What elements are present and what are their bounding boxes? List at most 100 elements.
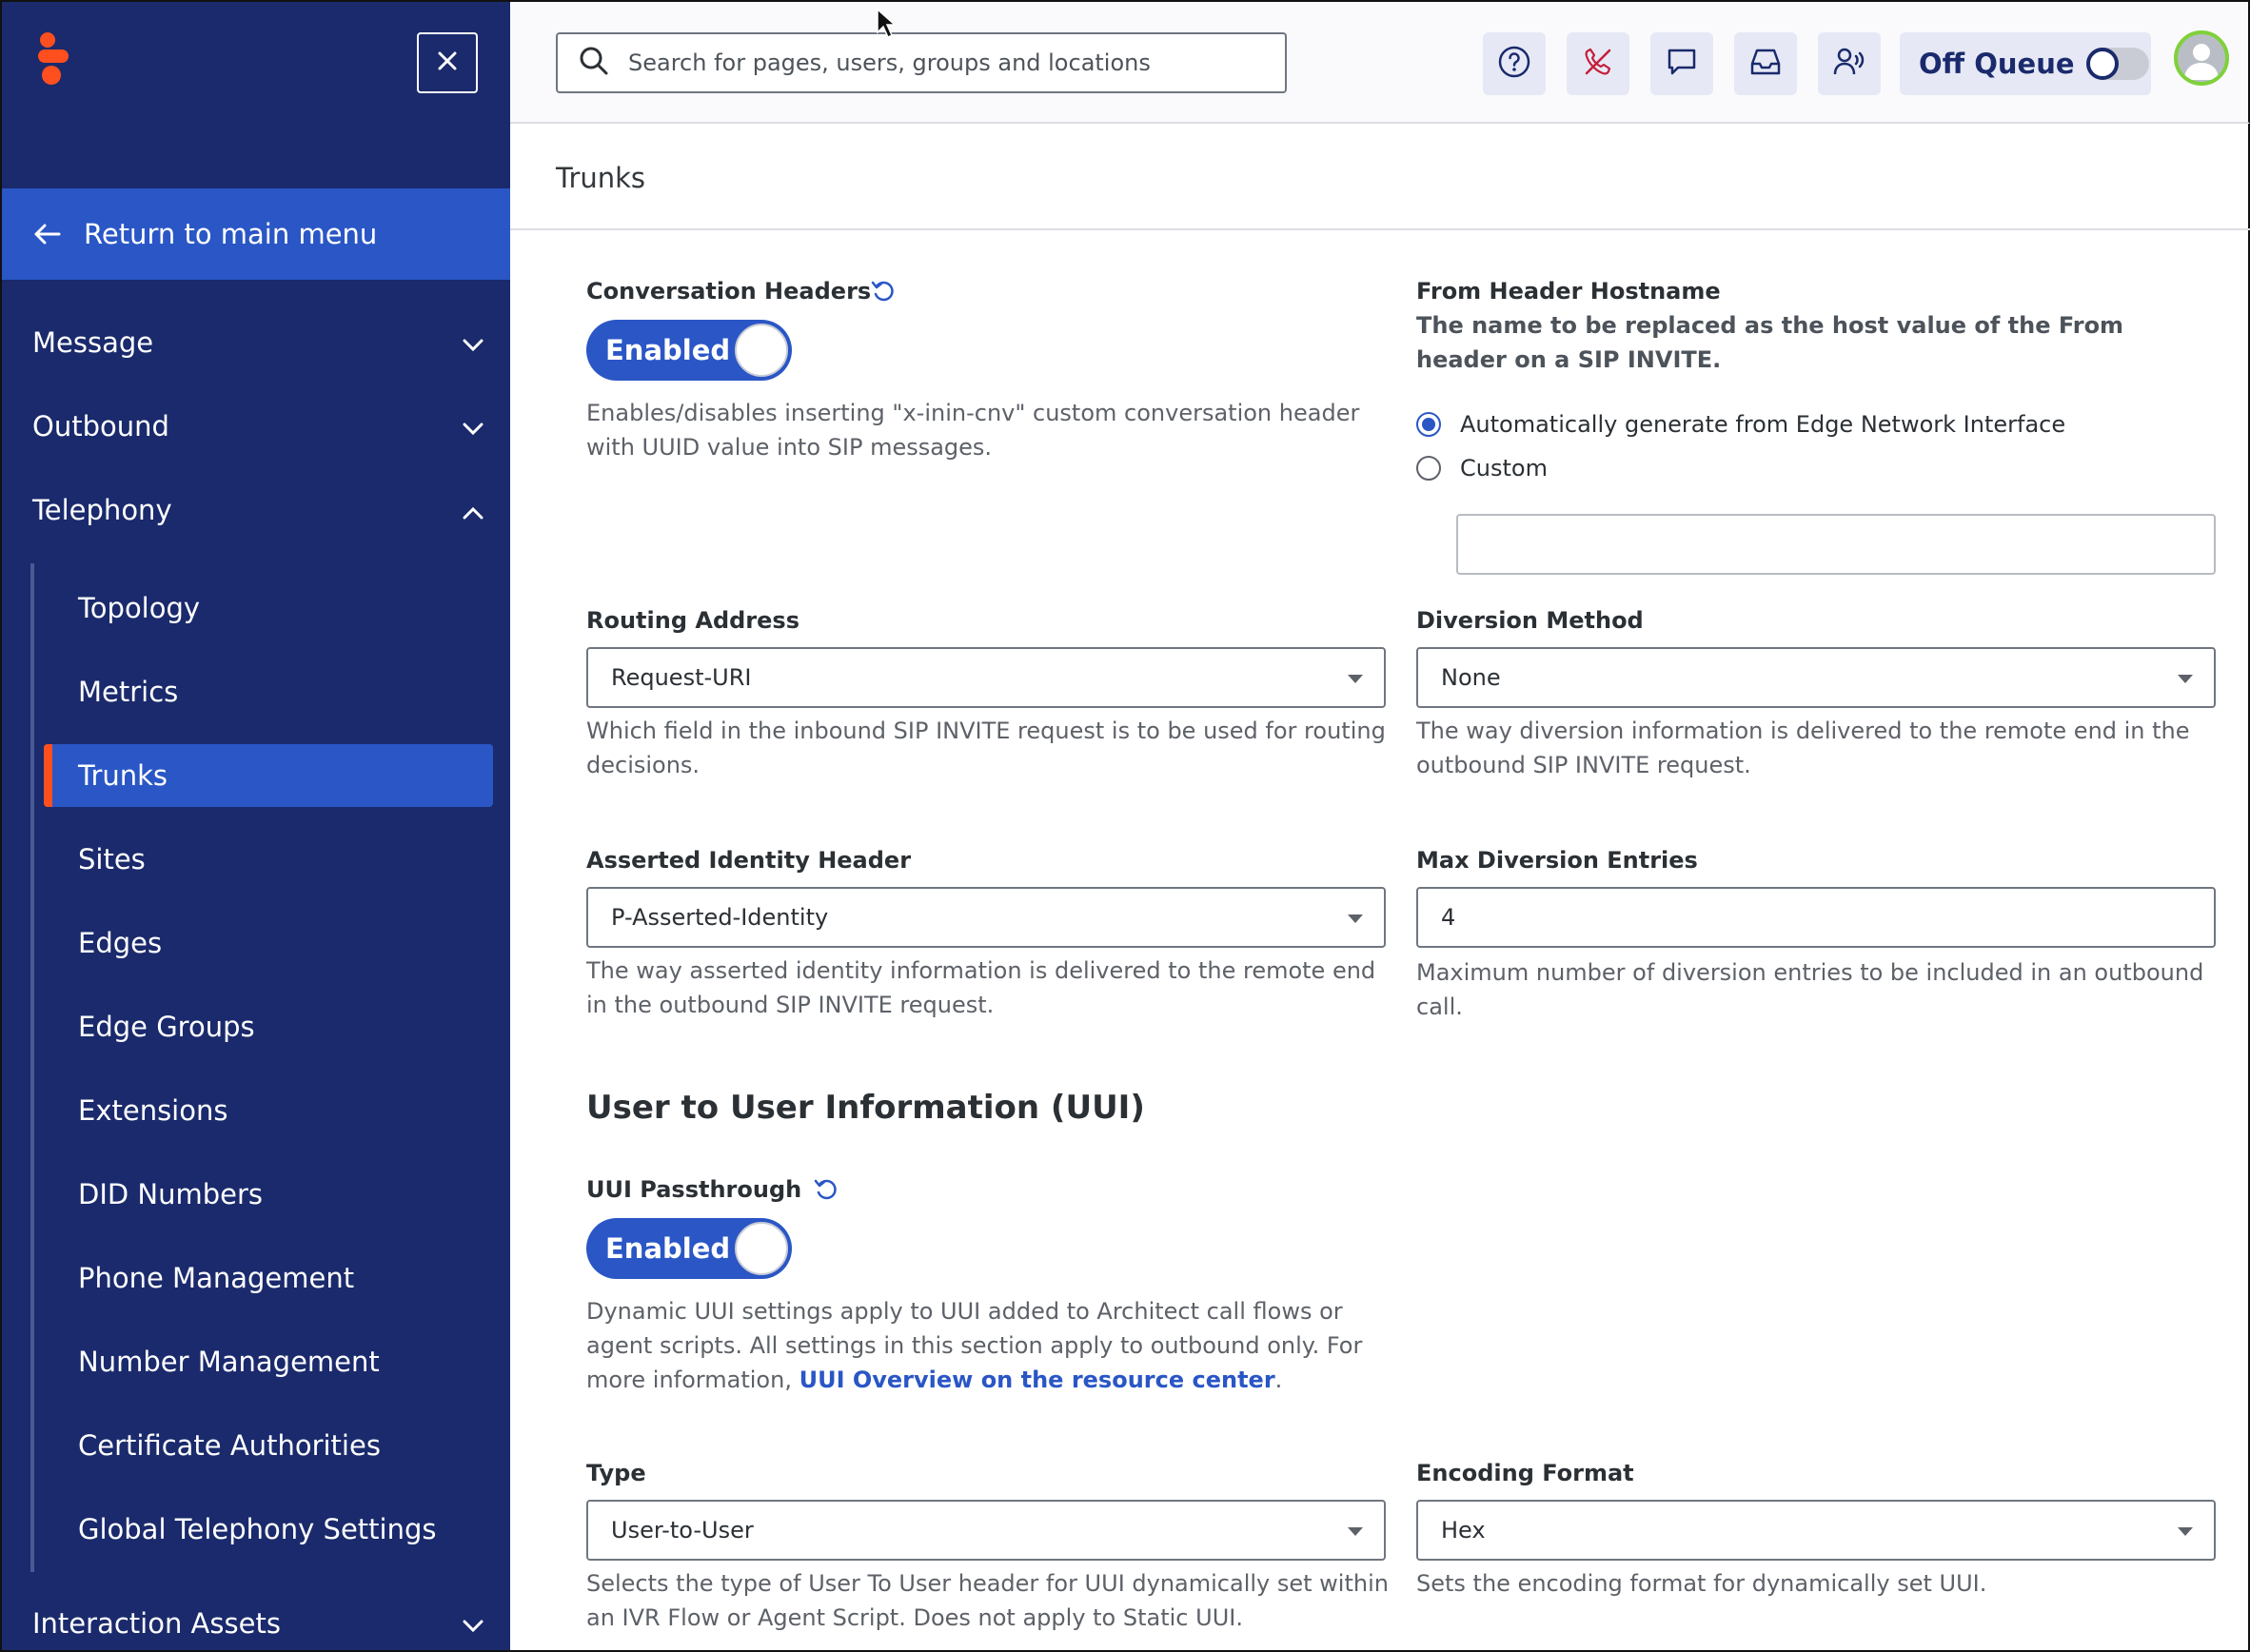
divider: [510, 228, 2250, 230]
sidebar-item-certificate-authorities[interactable]: Certificate Authorities: [44, 1414, 493, 1477]
max-diversion-input[interactable]: [1418, 889, 2214, 946]
avatar[interactable]: [2174, 30, 2229, 86]
sidebar-item-number-management[interactable]: Number Management: [44, 1330, 493, 1393]
radio-auto-generate[interactable]: Automatically generate from Edge Network…: [1416, 411, 2065, 438]
max-diversion-help: Maximum number of diversion entries to b…: [1416, 959, 2204, 1020]
arrow-left-icon: [32, 223, 61, 246]
sidebar-item-sites[interactable]: Sites: [44, 828, 493, 891]
select-value: Hex: [1441, 1517, 1486, 1544]
sidebar-item-extensions[interactable]: Extensions: [44, 1079, 493, 1142]
uui-help-end: .: [1274, 1367, 1283, 1393]
diversion-method-select[interactable]: None: [1416, 647, 2216, 708]
queue-toggle[interactable]: Off Queue: [1900, 32, 2151, 95]
reset-conversation-headers-button[interactable]: [868, 278, 898, 308]
sidebar-item-label: Number Management: [78, 1346, 380, 1378]
from-header-hostname-label: From Header Hostname: [1416, 278, 1721, 305]
uui-passthrough-toggle[interactable]: Enabled: [586, 1218, 792, 1279]
radio-button[interactable]: [1416, 456, 1441, 481]
sidebar-item-message[interactable]: Message: [2, 305, 510, 381]
queue-status-label: Off Queue: [1919, 48, 2075, 80]
routing-address-label: Routing Address: [586, 607, 799, 634]
chevron-up-icon: [463, 494, 484, 526]
voice-button[interactable]: [1818, 32, 1881, 95]
select-value: Request-URI: [611, 664, 752, 691]
submenu-rail: [30, 563, 34, 1572]
select-value: User-to-User: [611, 1517, 754, 1544]
sidebar-item-global-telephony-settings[interactable]: Global Telephony Settings: [44, 1498, 493, 1561]
chevron-down-icon: [463, 410, 484, 442]
max-diversion-label: Max Diversion Entries: [1416, 847, 1698, 874]
reset-uui-passthrough-button[interactable]: [811, 1176, 841, 1207]
sidebar-item-trunks[interactable]: Trunks: [44, 744, 493, 807]
chat-icon: [1665, 45, 1699, 83]
max-diversion-field[interactable]: [1416, 887, 2216, 948]
uui-type-help: Selects the type of User To User header …: [586, 1570, 1389, 1631]
uui-overview-link[interactable]: UUI Overview on the resource center: [799, 1367, 1275, 1393]
return-to-main-menu-link[interactable]: Return to main menu: [2, 188, 510, 280]
queue-switch[interactable]: [2085, 48, 2149, 80]
page-title: Trunks: [556, 162, 646, 194]
sidebar-item-edges[interactable]: Edges: [44, 912, 493, 974]
uui-passthrough-label: UUI Passthrough: [586, 1176, 802, 1203]
sidebar-item-topology[interactable]: Topology: [44, 577, 493, 639]
search-box[interactable]: [556, 32, 1287, 93]
genesys-logo-icon[interactable]: [34, 30, 72, 91]
routing-address-select[interactable]: Request-URI: [586, 647, 1386, 708]
conversation-headers-toggle[interactable]: Enabled: [586, 320, 792, 381]
toggle-label: Enabled: [605, 334, 731, 366]
undo-icon: [870, 278, 897, 308]
main-content: Trunks Conversation Headers Enabled Enab…: [510, 124, 2250, 1652]
sidebar-item-edge-groups[interactable]: Edge Groups: [44, 995, 493, 1058]
close-icon: [437, 50, 458, 75]
asserted-identity-help: The way asserted identity information is…: [586, 957, 1376, 1018]
select-value: P-Asserted-Identity: [611, 904, 829, 931]
encoding-format-label: Encoding Format: [1416, 1460, 1634, 1486]
sidebar-item-label: Interaction Assets: [32, 1607, 281, 1640]
sidebar-item-metrics[interactable]: Metrics: [44, 660, 493, 723]
top-bar: Off Queue: [510, 0, 2250, 124]
sidebar-item-telephony[interactable]: Telephony: [2, 472, 510, 548]
user-voice-icon: [1832, 45, 1866, 83]
uui-type-label: Type: [586, 1460, 646, 1486]
phone-button[interactable]: [1567, 32, 1629, 95]
sidebar-item-label: Message: [32, 326, 154, 359]
uui-section-heading: User to User Information (UUI): [586, 1089, 1145, 1127]
return-label: Return to main menu: [84, 218, 378, 250]
radio-button[interactable]: [1416, 412, 1441, 437]
sidebar-item-did-numbers[interactable]: DID Numbers: [44, 1163, 493, 1226]
chevron-down-icon: [463, 326, 484, 359]
caret-down-icon: [1348, 675, 1363, 683]
sidebar-item-interaction-assets[interactable]: Interaction Assets: [2, 1585, 510, 1650]
conversation-headers-help: Enables/disables inserting "x-inin-cnv" …: [586, 400, 1360, 461]
sidebar-item-label: Sites: [78, 843, 146, 875]
radio-custom[interactable]: Custom: [1416, 455, 1548, 482]
custom-hostname-field[interactable]: [1456, 514, 2216, 575]
inbox-icon: [1748, 45, 1783, 83]
asserted-identity-label: Asserted Identity Header: [586, 847, 912, 874]
custom-hostname-input[interactable]: [1458, 516, 2214, 573]
sidebar-item-label: Metrics: [78, 676, 179, 708]
sidebar-item-label: Certificate Authorities: [78, 1429, 381, 1462]
sidebar-item-label: Trunks: [78, 759, 168, 792]
search-input[interactable]: [628, 49, 1256, 76]
sidebar-item-phone-management[interactable]: Phone Management: [44, 1247, 493, 1309]
sidebar-item-label: Edge Groups: [78, 1011, 255, 1043]
help-button[interactable]: [1483, 32, 1546, 95]
close-sidebar-button[interactable]: [417, 32, 478, 93]
sidebar-item-label: Extensions: [78, 1094, 228, 1127]
toggle-knob: [735, 1222, 788, 1275]
caret-down-icon: [2178, 675, 2193, 683]
caret-down-icon: [2178, 1527, 2193, 1536]
sidebar-item-outbound[interactable]: Outbound: [2, 388, 510, 464]
uui-type-select[interactable]: User-to-User: [586, 1500, 1386, 1561]
diversion-method-help: The way diversion information is deliver…: [1416, 718, 2190, 778]
sidebar-item-label: DID Numbers: [78, 1178, 264, 1210]
uui-help: Dynamic UUI settings apply to UUI added …: [586, 1294, 1405, 1397]
toggle-label: Enabled: [605, 1232, 731, 1265]
help-icon: [1497, 45, 1531, 83]
chat-button[interactable]: [1650, 32, 1713, 95]
inbox-button[interactable]: [1734, 32, 1797, 95]
encoding-format-select[interactable]: Hex: [1416, 1500, 2216, 1561]
asserted-identity-select[interactable]: P-Asserted-Identity: [586, 887, 1386, 948]
select-value: None: [1441, 664, 1501, 691]
